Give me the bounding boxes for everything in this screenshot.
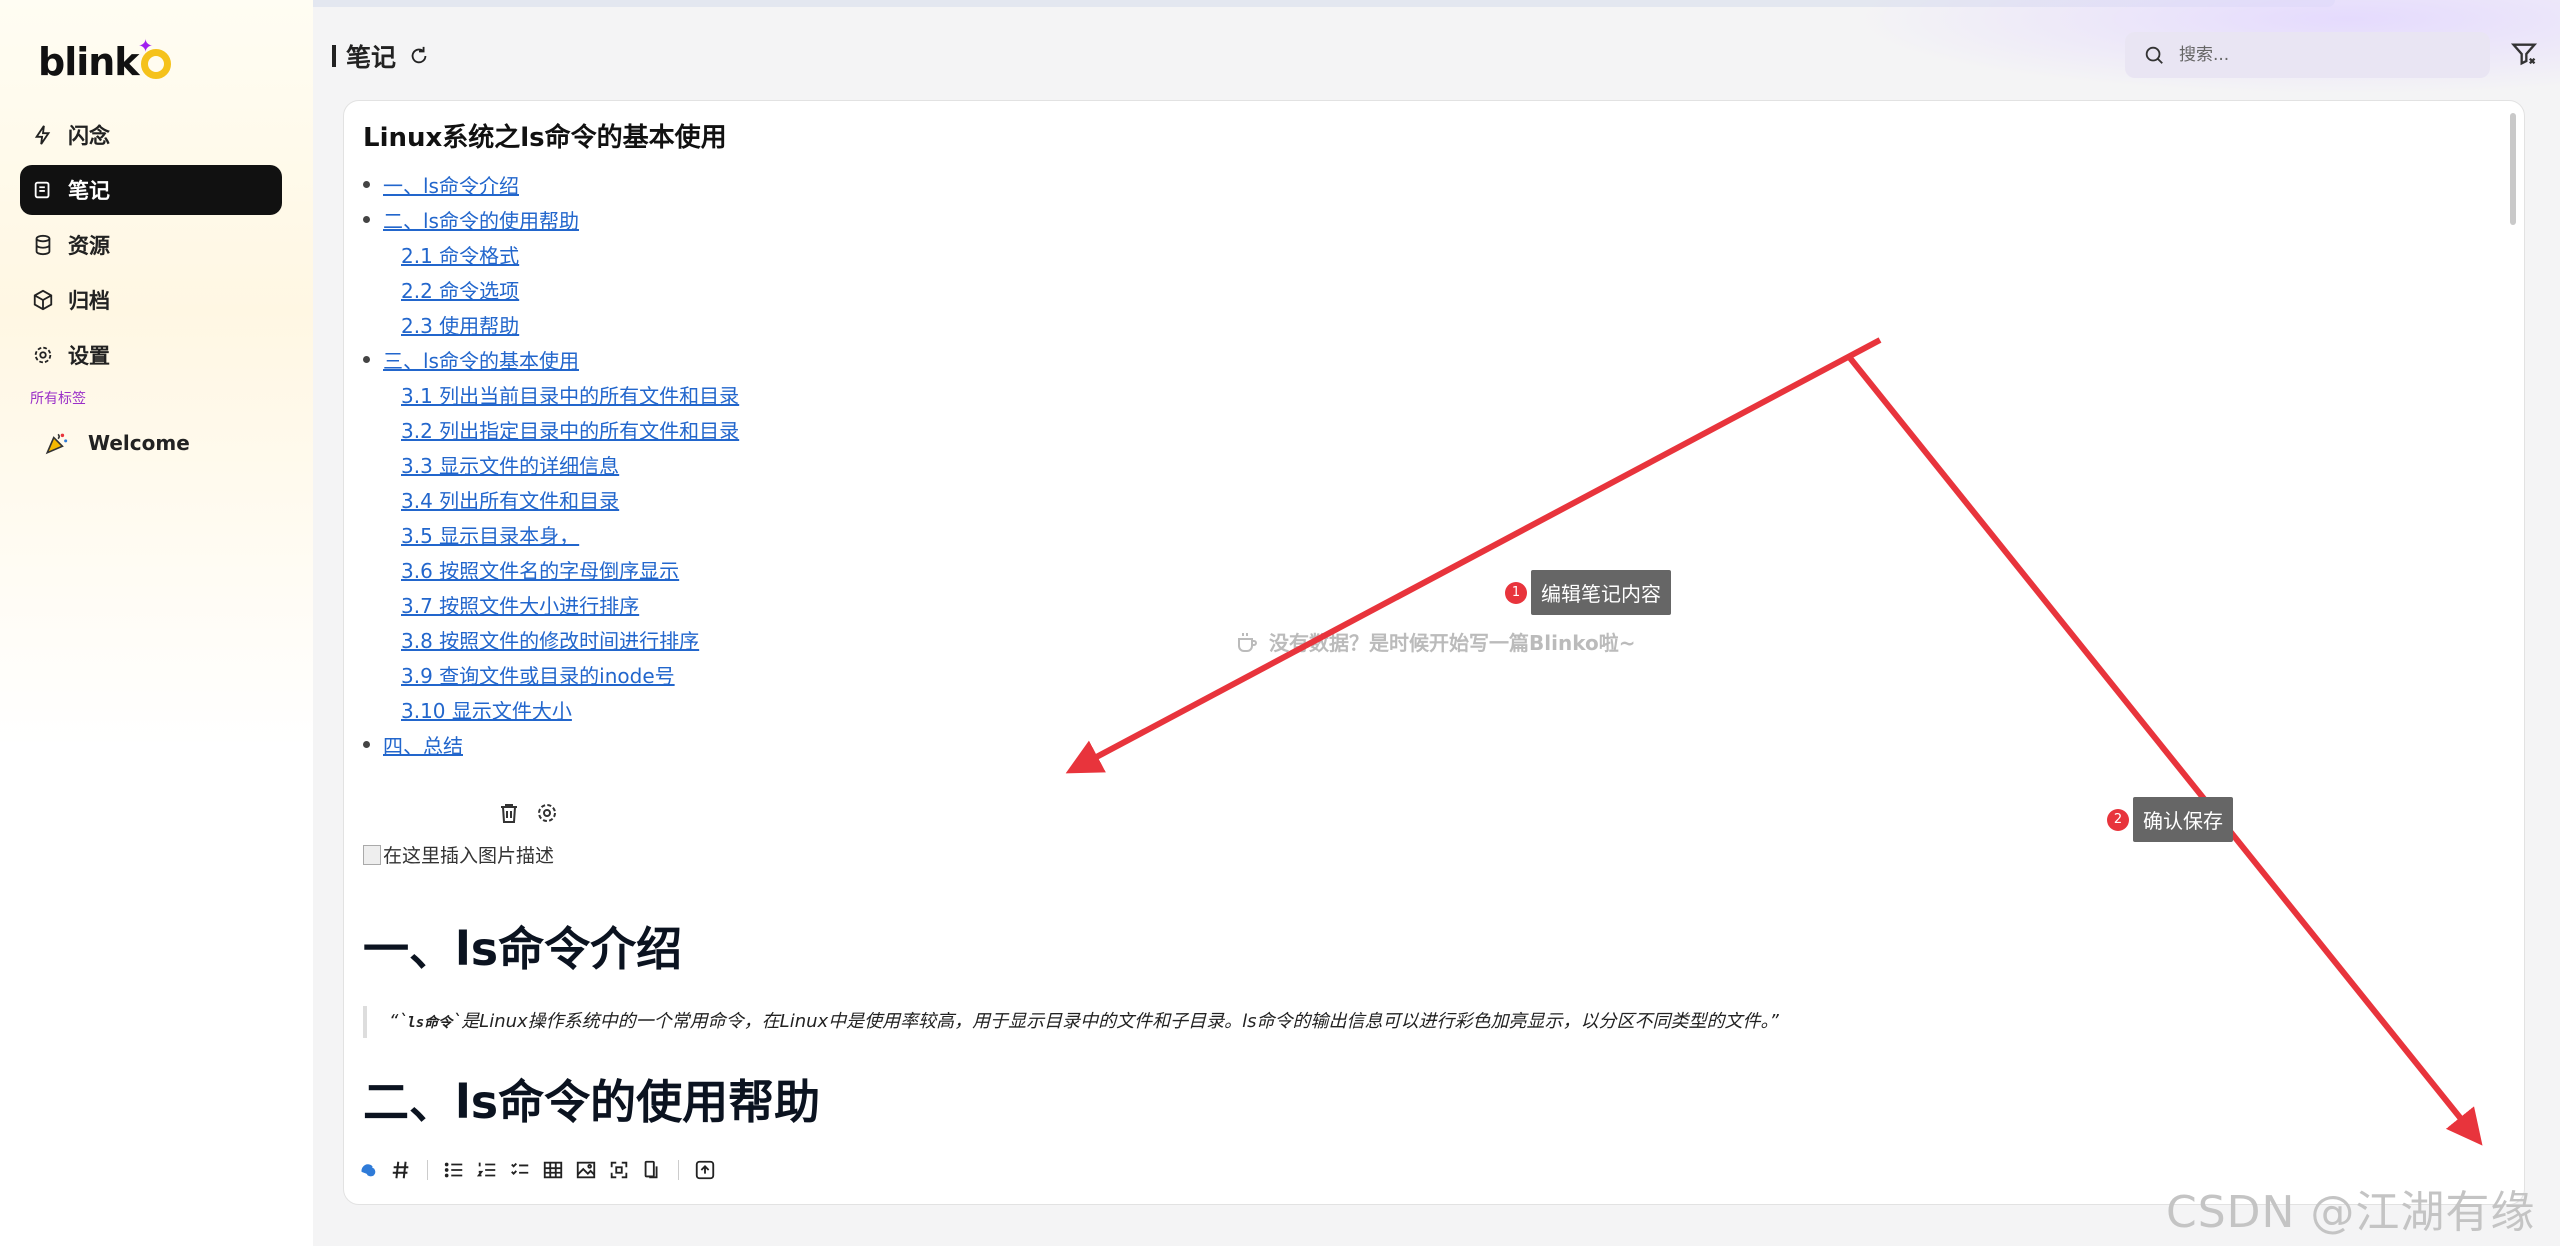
doc-title: Linux系统之ls命令的基本使用 (363, 123, 727, 153)
party-popper-icon (45, 433, 68, 455)
broken-image: 在这里插入图片描述 (363, 841, 554, 868)
app-logo[interactable]: blink ✦ (38, 36, 171, 84)
heading-2: 二、ls命令的使用帮助 (363, 1075, 821, 1129)
image-icon[interactable] (575, 1159, 597, 1181)
table-of-contents: 一、ls命令介绍 二、ls命令的使用帮助 2.1 命令格式 2.2 命令选项 2… (363, 167, 739, 762)
filter-icon[interactable] (2510, 40, 2538, 68)
editor-scrollbar[interactable] (2510, 113, 2516, 225)
toc-link[interactable]: 3.10 显示文件大小 (363, 692, 739, 727)
upload-icon[interactable] (694, 1159, 716, 1181)
toc-link[interactable]: 3.8 按照文件的修改时间进行排序 (363, 622, 739, 657)
sidebar-item-resources[interactable]: 资源 (20, 220, 282, 270)
sidebar: blink ✦ 闪念 笔记 资源 归档 设置 所有标签 Welcome (0, 0, 313, 1246)
database-icon (35, 234, 51, 256)
sidebar-nav: 闪念 笔记 资源 归档 设置 (20, 110, 282, 385)
sidebar-item-settings[interactable]: 设置 (20, 330, 282, 380)
sidebar-item-flash[interactable]: 闪念 (20, 110, 282, 160)
blinko-toggle-icon[interactable] (357, 1159, 379, 1181)
toc-link[interactable]: 2.2 命令选项 (363, 272, 739, 307)
image-tools (497, 801, 559, 825)
editor-toolbar (357, 1159, 716, 1181)
annotation-1: 1 编辑笔记内容 (1505, 570, 1671, 615)
bullet-list-icon[interactable] (443, 1159, 465, 1181)
empty-state: 没有数据？是时候开始写一篇Blinko啦~ (1235, 627, 1635, 656)
sidebar-item-archive[interactable]: 归档 (20, 275, 282, 325)
search-icon (2145, 46, 2163, 64)
refresh-icon[interactable] (408, 45, 430, 67)
toc-link[interactable]: 2.3 使用帮助 (363, 307, 739, 342)
search-box[interactable] (2125, 32, 2490, 78)
gear-icon (34, 346, 52, 364)
hashtag-icon[interactable] (390, 1159, 412, 1181)
toc-link[interactable]: 3.6 按照文件名的字母倒序显示 (363, 552, 739, 587)
toc-link[interactable]: 2.1 命令格式 (363, 237, 739, 272)
notes-icon (34, 181, 50, 199)
page-title: 笔记 (332, 38, 430, 74)
toc-link[interactable]: 3.9 查询文件或目录的inode号 (363, 657, 739, 692)
watermark: CSDN @江湖有缘 (2166, 1187, 2536, 1238)
toc-link[interactable]: 四、总结 (363, 727, 739, 762)
heading-1: 一、ls命令介绍 (363, 922, 683, 976)
table-icon[interactable] (542, 1159, 564, 1181)
checklist-icon[interactable] (509, 1159, 531, 1181)
gear-icon[interactable] (535, 801, 559, 825)
toc-link[interactable]: 二、ls命令的使用帮助 (363, 202, 739, 237)
toc-link[interactable]: 3.3 显示文件的详细信息 (363, 447, 739, 482)
numbered-list-icon[interactable] (476, 1159, 498, 1181)
lightning-icon (34, 125, 51, 145)
inline-code: ls命令 (407, 1015, 453, 1031)
toc-link[interactable]: 3.4 列出所有文件和目录 (363, 482, 739, 517)
toc-link[interactable]: 3.2 列出指定目录中的所有文件和目录 (363, 412, 739, 447)
annotation-2: 2 确认保存 (2107, 797, 2233, 842)
sidebar-item-notes[interactable]: 笔记 (20, 165, 282, 215)
toc-link[interactable]: 3.1 列出当前目录中的所有文件和目录 (363, 377, 739, 412)
tags-section-title: 所有标签 (30, 391, 86, 407)
toc-link[interactable]: 三、ls命令的基本使用 (363, 342, 739, 377)
broken-image-icon (363, 844, 381, 865)
box-icon (33, 289, 53, 311)
coffee-icon (1238, 632, 1257, 652)
attachment-icon[interactable] (641, 1159, 663, 1181)
toc-link[interactable]: 一、ls命令介绍 (363, 167, 739, 202)
toc-link[interactable]: 3.5 显示目录本身， (363, 517, 739, 552)
toc-link[interactable]: 3.7 按照文件大小进行排序 (363, 587, 739, 622)
tag-item-welcome[interactable]: Welcome (44, 430, 190, 456)
trash-icon[interactable] (497, 801, 521, 825)
fullscreen-icon[interactable] (608, 1159, 630, 1181)
search-input[interactable] (2177, 44, 2461, 66)
blockquote: “`ls命令`是Linux操作系统中的一个常用命令，在Linux中是使用率较高，… (363, 1006, 2289, 1038)
